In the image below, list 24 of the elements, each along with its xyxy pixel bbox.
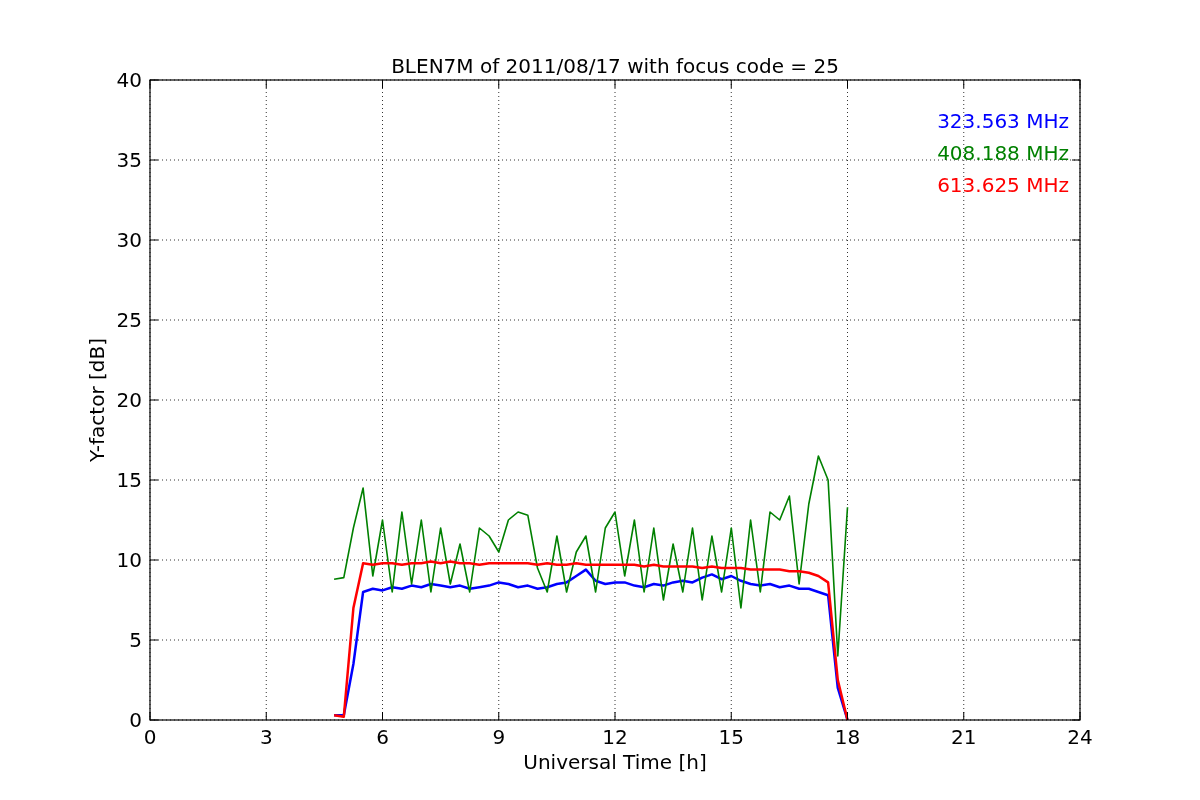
y-tick-label: 25 bbox=[116, 308, 142, 332]
y-tick-label: 40 bbox=[116, 68, 142, 92]
x-axis-label: Universal Time [h] bbox=[523, 750, 707, 774]
chart-title: BLEN7M of 2011/08/17 with focus code = 25 bbox=[391, 54, 839, 78]
x-tick-label: 0 bbox=[143, 725, 157, 749]
legend-label: 323.563 MHz bbox=[937, 109, 1069, 133]
y-tick-label: 5 bbox=[129, 628, 142, 652]
x-tick-label: 18 bbox=[834, 725, 861, 749]
y-tick-label: 10 bbox=[116, 548, 142, 572]
x-tick-label: 9 bbox=[492, 725, 506, 749]
x-tick-label: 15 bbox=[718, 725, 744, 749]
y-tick-label: 30 bbox=[116, 228, 142, 252]
y-tick-label: 20 bbox=[116, 388, 142, 412]
y-tick-label: 0 bbox=[129, 708, 142, 732]
x-tick-label: 12 bbox=[602, 725, 628, 749]
x-tick-label: 6 bbox=[376, 725, 389, 749]
y-tick-label: 15 bbox=[116, 468, 142, 492]
y-axis-label: Y-factor [dB] bbox=[85, 338, 109, 462]
x-tick-label: 21 bbox=[951, 725, 977, 749]
x-tick-label: 24 bbox=[1067, 725, 1093, 749]
legend-label: 408.188 MHz bbox=[937, 141, 1069, 165]
y-tick-label: 35 bbox=[116, 148, 142, 172]
x-tick-label: 3 bbox=[259, 725, 273, 749]
legend-label: 613.625 MHz bbox=[937, 173, 1069, 197]
